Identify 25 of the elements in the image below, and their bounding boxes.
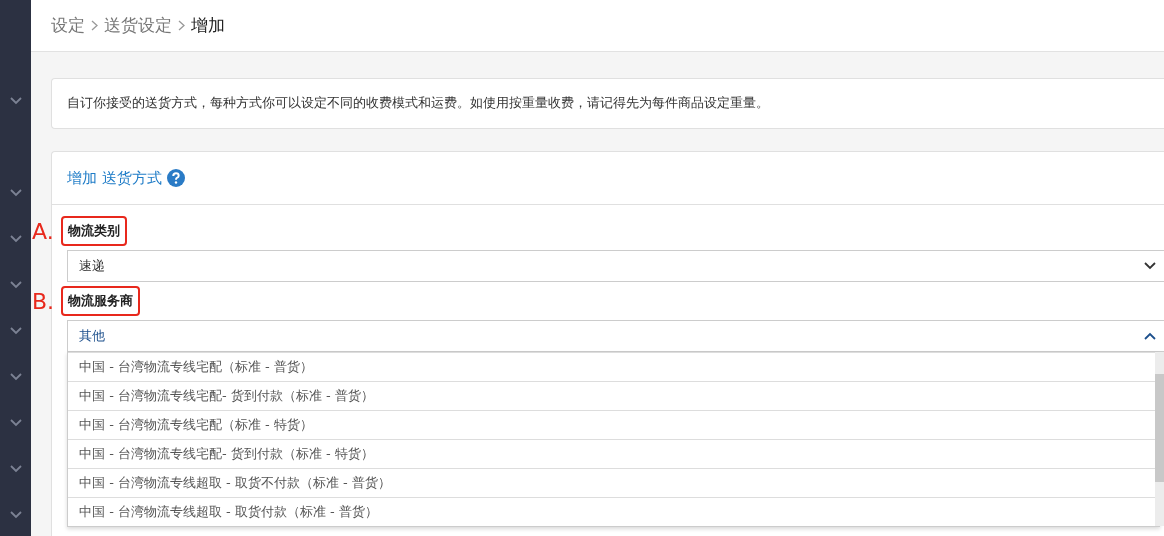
annotation-letter: A. — [32, 218, 54, 244]
select-field[interactable]: 速递 — [67, 250, 1164, 282]
field-label: 物流服务商 — [61, 286, 140, 316]
chevron-down-icon — [9, 97, 22, 105]
scrollbar[interactable] — [1155, 352, 1164, 526]
chevron-right-icon — [178, 20, 185, 31]
chevron-down-icon — [9, 373, 22, 381]
chevron-up-icon — [1144, 332, 1156, 340]
help-icon[interactable] — [166, 169, 185, 187]
chevron-down-icon — [9, 189, 22, 197]
breadcrumb-item[interactable]: 送货设定 — [104, 14, 172, 37]
chevron-down-icon — [9, 281, 22, 289]
chevron-down-icon — [9, 465, 22, 473]
annotation-letter: B. — [32, 288, 55, 314]
chevron-down-icon — [9, 235, 22, 243]
chevron-down-icon — [9, 419, 22, 427]
chevron-down-icon — [9, 511, 22, 519]
form-title: 增加 送货方式 — [67, 168, 162, 188]
field-label: 物流类别 — [61, 216, 127, 246]
breadcrumb-item[interactable]: 设定 — [51, 14, 85, 37]
chevron-right-icon — [91, 20, 98, 31]
breadcrumb-item: 增加 — [191, 14, 225, 37]
chevron-down-icon — [1144, 262, 1156, 270]
notice-text: 自订你接受的送货方式，每种方式你可以设定不同的收费模式和运费。如使用按重量收费，请记得先为每件商品设定重量。 — [66, 94, 770, 112]
chevron-down-icon — [9, 327, 22, 335]
